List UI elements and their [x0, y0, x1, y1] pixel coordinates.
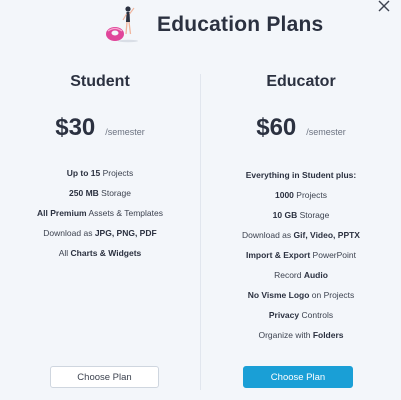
choose-plan-button-student[interactable]: Choose Plan	[50, 366, 159, 388]
plan-price: $30	[55, 114, 96, 141]
page-title: Education Plans	[157, 13, 324, 36]
plan-name: Educator	[266, 73, 336, 90]
feature-item: Privacy Controls	[268, 310, 334, 320]
price-period: /semester	[306, 127, 346, 137]
feature-item: Import & Export PowerPoint	[245, 250, 357, 260]
feature-item: Record Audio	[274, 270, 328, 280]
feature-item: 1000 Projects	[275, 190, 327, 200]
feature-item: Download as Gif, Video, PPTX	[242, 230, 360, 240]
feature-item: No Visme Logo on Projects	[247, 290, 355, 300]
feature-item: Up to 15 Projects	[66, 168, 134, 178]
price-period: /semester	[105, 127, 145, 137]
feature-item: 10 GB Storage	[272, 210, 330, 220]
feature-item: All Premium Assets & Templates	[37, 208, 163, 218]
plan-name: Student	[70, 73, 130, 90]
header: Education Plans	[0, 4, 401, 48]
choose-plan-button-educator[interactable]: Choose Plan	[243, 366, 353, 388]
feature-item: 250 MB Storage	[69, 188, 131, 198]
feature-item: All Charts & Widgets	[58, 248, 142, 258]
price-row: $30 /semester	[0, 114, 200, 142]
plan-price: $60	[256, 114, 297, 141]
education-illustration	[106, 6, 138, 43]
feature-item: Everything in Student plus:	[245, 170, 357, 180]
price-row: $60 /semester	[201, 114, 401, 142]
feature-item: Download as JPG, PNG, PDF	[43, 228, 157, 238]
feature-item: Organize with Folders	[258, 330, 344, 340]
